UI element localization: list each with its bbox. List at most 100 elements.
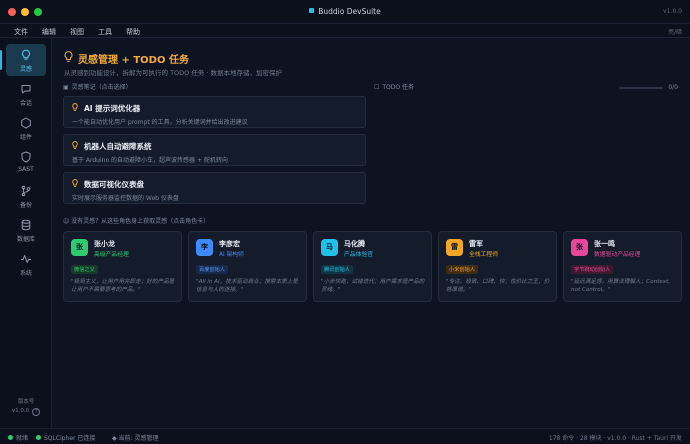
- sidebar-item-label: 系统: [19, 270, 32, 277]
- menu-view[interactable]: 视图: [70, 27, 84, 37]
- persona-card[interactable]: 李 李彦宏 AI 架构师 百度创始人 "All in AI，技术驱动商业；搜索本…: [188, 231, 307, 302]
- idea-title: AI 提示词优化器: [84, 104, 141, 113]
- persona-card[interactable]: 张 张小龙 高级产品经理 微信之父 "极简主义，让用户用完即走；好的产品是让用户…: [63, 231, 182, 302]
- status-info: 178 命令 · 28 模块 · v1.0.0 · Rust + Tauri 开…: [548, 435, 682, 442]
- bulb-icon: [72, 179, 78, 188]
- main-content: 灵感管理 + TODO 任务 从灵感到功能设计，拆解为可执行的 TODO 任务 …: [52, 38, 690, 428]
- todo-heading-text: TODO 任务: [382, 84, 415, 91]
- sidebar-item-database[interactable]: 数据库: [6, 214, 46, 246]
- persona-tag: 微信之父: [71, 265, 98, 274]
- persona-quote: "小步快跑，试错迭代；用户需求是产品的灵魂。": [321, 279, 425, 293]
- idea-card[interactable]: 数据可视化仪表盘 实时展示服务器监控数据的 Web 仪表盘: [63, 172, 366, 204]
- idea-title: 数据可视化仪表盘: [84, 180, 144, 189]
- persona-name: 马化腾: [344, 240, 365, 248]
- sidebar-item-label: 数据库: [16, 236, 35, 243]
- theme-toggle[interactable]: 亮/暗: [668, 27, 682, 36]
- idea-card[interactable]: 机器人自动避障系统 基于 Arduino 的自动避障小车，超声波传感器 + 舵机…: [63, 134, 366, 166]
- avatar: 张: [571, 239, 588, 256]
- persona-quote: "All in AI，技术驱动商业；搜索本质上是信息与人的连接。": [196, 279, 298, 293]
- persona-quote: "极简主义，让用户用完即走；好的产品是让用户不需要思考的产品。": [71, 279, 175, 293]
- version-caption: 版本号: [17, 399, 35, 405]
- persona-tag: 百度创始人: [196, 265, 228, 274]
- sidebar-item-label: 会话: [19, 100, 32, 107]
- persona-quote: "专注、极致、口碑、快；性价比之王，价格厚道。": [446, 279, 550, 293]
- menu-file[interactable]: 文件: [14, 27, 28, 37]
- page-subtitle: 从灵感到功能设计，拆解为可执行的 TODO 任务 · 数据本地存储，加密保护: [64, 69, 283, 77]
- sidebar-item-sessions[interactable]: 会话: [6, 78, 46, 110]
- avatar: 张: [71, 239, 88, 256]
- git-branch-icon: [21, 185, 31, 197]
- app-title: Buddio DevSuite: [0, 7, 690, 16]
- idea-description: 实时展示服务器监控数据的 Web 仪表盘: [72, 195, 179, 202]
- persona-tag: 字节跳动创始人: [571, 265, 614, 274]
- status-dot-icon: [8, 435, 13, 440]
- persona-role: AI 架构师: [219, 252, 244, 258]
- app-title-text: Buddio DevSuite: [318, 7, 381, 16]
- database-icon: [21, 219, 31, 231]
- persona-prompt: ☺ 没有灵感？从这些角色身上获取灵感（点击角色卡）: [63, 216, 209, 225]
- todo-count: 0/0: [668, 84, 678, 91]
- sidebar-item-label: 组件: [19, 134, 32, 141]
- status-db-text: SQLCipher 已连接: [44, 435, 96, 442]
- persona-quote: "延迟满足感，用算法理解人；Context, not Control。": [571, 279, 671, 293]
- checklist-icon: ☐: [374, 84, 380, 91]
- sidebar-item-sast[interactable]: SAST: [6, 146, 46, 178]
- menu-bar: 文件 编辑 视图 工具 帮助 亮/暗: [0, 24, 690, 38]
- users-icon: ☺: [63, 218, 72, 225]
- status-db: SQLCipher 已连接: [36, 433, 95, 442]
- page-title: 灵感管理 + TODO 任务: [78, 55, 189, 66]
- ideas-heading-text: 灵感笔记（点击选择）: [71, 84, 132, 91]
- persona-role: 高级产品经理: [94, 252, 129, 258]
- persona-name: 雷军: [469, 240, 483, 248]
- avatar: 李: [196, 239, 213, 256]
- sidebar: 灵感 会话 组件 SAST 备份 数据库 系统 版本号 v1.0.0?: [0, 38, 52, 428]
- bulb-icon: [72, 103, 78, 112]
- chat-icon: [21, 85, 31, 94]
- menu-help[interactable]: 帮助: [126, 27, 140, 37]
- hexagon-icon: [21, 117, 31, 129]
- bulb-icon: [22, 49, 30, 60]
- status-current-text: 当前: 灵感管理: [118, 435, 159, 442]
- menu-edit[interactable]: 编辑: [42, 27, 56, 37]
- todo-section-heading: ☐ TODO 任务: [374, 82, 414, 91]
- persona-tag: 腾讯创始人: [321, 265, 353, 274]
- title-bar: Buddio DevSuite v1.0.0: [0, 0, 690, 24]
- sidebar-item-label: SAST: [18, 166, 34, 173]
- sidebar-item-system[interactable]: 系统: [6, 248, 46, 280]
- status-current: ◆ 当前: 灵感管理: [112, 433, 158, 442]
- persona-name: 李彦宏: [219, 240, 240, 248]
- idea-title: 机器人自动避障系统: [84, 142, 152, 151]
- persona-card[interactable]: 雷 雷军 全栈工程师 小米创始人 "专注、极致、口碑、快；性价比之王，价格厚道。…: [438, 231, 557, 302]
- sidebar-item-backup[interactable]: 备份: [6, 180, 46, 212]
- status-dot-icon: [36, 435, 41, 440]
- app-logo-icon: [309, 8, 315, 13]
- persona-role: 数据驱动产品经理: [594, 252, 641, 258]
- persona-name: 张小龙: [94, 240, 115, 248]
- sidebar-version: v1.0.0: [11, 408, 30, 414]
- persona-card[interactable]: 马 马化腾 产品体验官 腾讯创始人 "小步快跑，试错迭代；用户需求是产品的灵魂。…: [313, 231, 432, 302]
- persona-role: 产品体验官: [344, 252, 373, 258]
- sidebar-item-ideas[interactable]: 灵感: [0, 44, 46, 76]
- bulb-icon: [64, 51, 73, 62]
- status-bar: 就绪 SQLCipher 已连接 ◆ 当前: 灵感管理 178 命令 · 28 …: [0, 428, 690, 444]
- sidebar-item-label: 备份: [19, 202, 32, 209]
- idea-card[interactable]: AI 提示词优化器 一个能自动优化用户 prompt 的工具，分析关键词并给出改…: [63, 96, 366, 128]
- version-label: v1.0.0: [663, 8, 682, 15]
- todo-progress-bar: [619, 87, 663, 89]
- activity-icon: [21, 255, 31, 263]
- persona-role: 全栈工程师: [469, 252, 498, 258]
- persona-card[interactable]: 张 张一鸣 数据驱动产品经理 字节跳动创始人 "延迟满足感，用算法理解人；Con…: [563, 231, 682, 302]
- status-ready: 就绪: [8, 433, 28, 442]
- status-ready-text: 就绪: [16, 435, 29, 442]
- help-icon[interactable]: ?: [32, 408, 41, 416]
- menu-tools[interactable]: 工具: [98, 27, 112, 37]
- idea-description: 基于 Arduino 的自动避障小车，超声波传感器 + 舵机转向: [72, 157, 228, 164]
- sidebar-item-components[interactable]: 组件: [6, 112, 46, 144]
- version-row: v1.0.0?: [0, 407, 52, 416]
- sidebar-footer: 版本号 v1.0.0?: [0, 398, 52, 416]
- ideas-section-heading: ▣ 灵感笔记（点击选择）: [63, 82, 132, 91]
- persona-tag: 小米创始人: [446, 265, 478, 274]
- bulb-icon: [72, 141, 78, 150]
- persona-prompt-text: 没有灵感？从这些角色身上获取灵感（点击角色卡）: [71, 218, 210, 225]
- idea-description: 一个能自动优化用户 prompt 的工具，分析关键词并给出改进建议: [72, 119, 248, 126]
